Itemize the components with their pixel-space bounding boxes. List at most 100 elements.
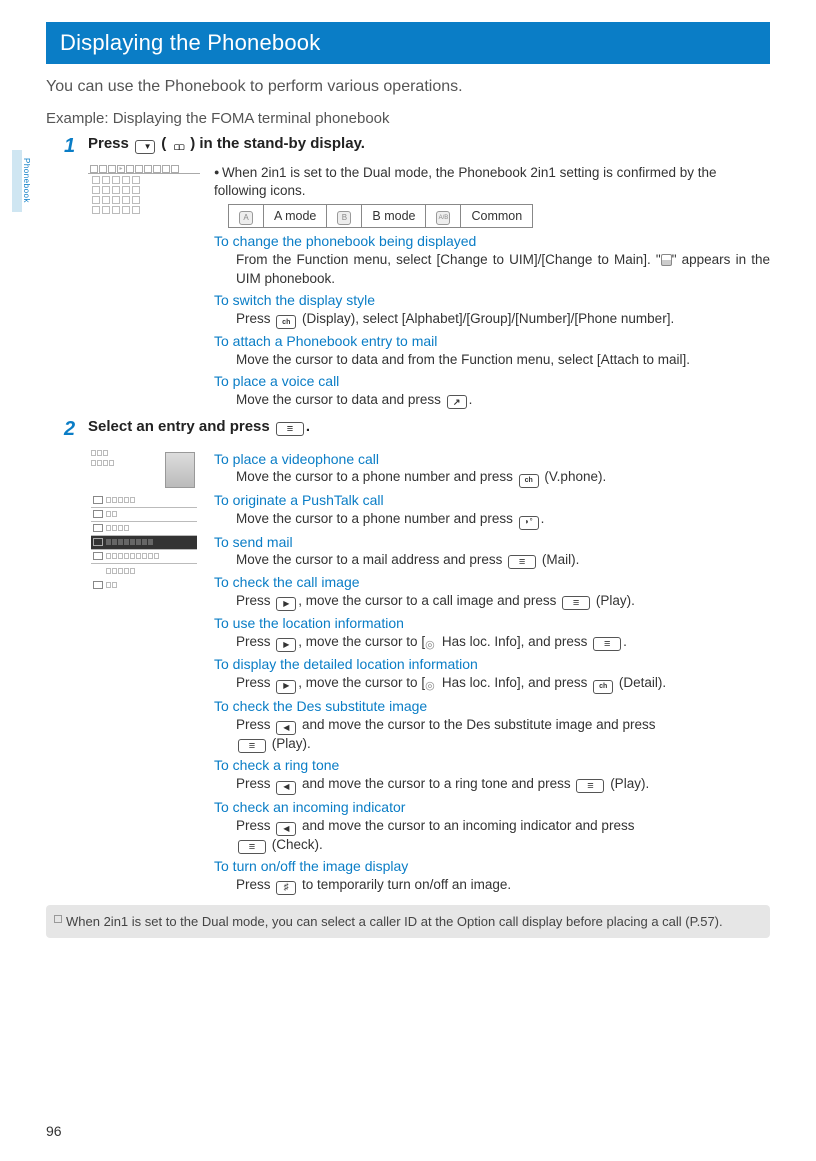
s2-item7-mid: and move the cursor to a ring tone and p… <box>298 776 574 791</box>
s2-item2-body: Move the cursor to a mail address and pr… <box>236 551 770 569</box>
step-2-heading: Select an entry and press . <box>88 418 310 436</box>
s2-item8-after: (Check). <box>268 837 323 852</box>
location-icon <box>425 676 438 689</box>
right-key-icon <box>276 680 296 694</box>
s2-item4-mid: , move the cursor to [ <box>298 634 425 649</box>
s1-item1-title: To switch the display style <box>214 291 770 310</box>
s2-item1-t1: Move the cursor to a phone number and pr… <box>236 511 517 526</box>
step-1-number: 1 <box>64 135 88 158</box>
step-1-heading-after: ) in the stand-by display. <box>190 135 365 152</box>
step-2-heading-after: . <box>306 418 310 435</box>
ch-key-icon <box>276 315 296 329</box>
ptt-key-icon <box>519 516 539 530</box>
s2-item7-body: Press and move the cursor to a ring tone… <box>236 775 770 794</box>
menu-key-icon <box>238 739 266 753</box>
mode-table: A A mode B B mode A/B Common <box>228 204 533 228</box>
s2-item6-after: (Play). <box>268 736 311 751</box>
s2-item1-title: To originate a PushTalk call <box>214 491 770 510</box>
menu-key-icon <box>576 779 604 793</box>
step-1-bullet: When 2in1 is set to the Dual mode, the P… <box>214 164 770 200</box>
s2-item0-t1: Move the cursor to a phone number and pr… <box>236 469 517 484</box>
s2-item0-title: To place a videophone call <box>214 450 770 469</box>
menu-key-icon <box>562 596 590 610</box>
example-text: Example: Displaying the FOMA terminal ph… <box>46 110 770 127</box>
call-key-icon <box>447 395 467 409</box>
page: Phonebook Displaying the Phonebook You c… <box>0 0 816 1161</box>
step-2-heading-before: Select an entry and press <box>88 418 274 435</box>
s2-item7-after: (Play). <box>606 776 649 791</box>
a-mode-icon: A <box>239 211 253 225</box>
s2-item5-body: Press , move the cursor to [ Has loc. In… <box>236 674 770 694</box>
phone-mock-detail <box>88 447 200 667</box>
s2-item3-after: (Play). <box>592 593 635 608</box>
s2-item6-body: Press and move the cursor to the Des sub… <box>236 716 770 754</box>
step-2-body: To place a videophone callMove the curso… <box>88 447 770 895</box>
s1-item3-title: To place a voice call <box>214 372 770 391</box>
step-1-heading-paren: ( <box>157 135 166 152</box>
b-mode-icon: B <box>337 211 351 225</box>
s1-item3-body: Move the cursor to data and press . <box>236 391 770 409</box>
down-key-icon <box>135 140 155 154</box>
s1-item0-title: To change the phonebook being displayed <box>214 232 770 251</box>
ch-key-icon <box>593 680 613 694</box>
s2-item6-mid: and move the cursor to the Des substitut… <box>298 717 655 732</box>
s2-item3-body: Press , move the cursor to a call image … <box>236 592 770 611</box>
s2-item8-mid: and move the cursor to an incoming indic… <box>298 818 634 833</box>
s1-item3-after: . <box>469 392 473 407</box>
s2-item9-title: To turn on/off the image display <box>214 857 770 876</box>
note-text: When 2in1 is set to the Dual mode, you c… <box>66 914 723 929</box>
hash-key-icon <box>276 881 296 895</box>
right-key-icon <box>276 597 296 611</box>
intro-text: You can use the Phonebook to perform var… <box>46 78 770 96</box>
step-1-heading: Press () in the stand-by display. <box>88 135 365 154</box>
s2-item4-body: Press , move the cursor to [ Has loc. In… <box>236 633 770 652</box>
s2-item3-title: To check the call image <box>214 573 770 592</box>
s2-item6-title: To check the Des substitute image <box>214 697 770 716</box>
a-mode-label: A mode <box>264 205 327 228</box>
s2-item5-after: (Detail). <box>615 675 666 690</box>
s2-item4-loc: Has loc. Info], and press <box>438 634 591 649</box>
common-mode-label: Common <box>461 205 533 228</box>
s2-item4-after: . <box>623 634 627 649</box>
uim-icon <box>661 254 672 266</box>
s1-item1-body: Press (Display), select [Alphabet]/[Grou… <box>236 310 770 330</box>
s2-item3-t1: Press <box>236 593 274 608</box>
location-icon <box>425 635 438 648</box>
s2-item8-body: Press and move the cursor to an incoming… <box>236 817 770 855</box>
menu-key-icon <box>508 555 536 569</box>
sidebar-tab <box>12 150 22 212</box>
s2-item2-t1: Move the cursor to a mail address and pr… <box>236 552 506 567</box>
common-mode-icon: A/B <box>436 211 450 225</box>
s2-item4-t1: Press <box>236 634 274 649</box>
note-box: When 2in1 is set to the Dual mode, you c… <box>46 905 770 939</box>
phonebook-icon <box>168 140 188 154</box>
page-number: 96 <box>46 1123 62 1139</box>
s1-item2-body: Move the cursor to data and from the Fun… <box>236 351 770 369</box>
b-mode-label: B mode <box>362 205 426 228</box>
menu-key-icon <box>276 422 304 436</box>
left-key-icon <box>276 822 296 836</box>
s2-item9-after: to temporarily turn on/off an image. <box>298 877 511 892</box>
s2-item2-title: To send mail <box>214 533 770 552</box>
menu-key-icon <box>238 840 266 854</box>
s2-item2-after: (Mail). <box>538 552 579 567</box>
s2-item0-body: Move the cursor to a phone number and pr… <box>236 468 770 488</box>
s1-item2-title: To attach a Phonebook entry to mail <box>214 332 770 351</box>
s2-item5-title: To display the detailed location informa… <box>214 655 770 674</box>
step-2-number: 2 <box>64 418 88 441</box>
s2-item8-title: To check an incoming indicator <box>214 798 770 817</box>
s2-item5-loc: Has loc. Info], and press <box>438 675 591 690</box>
s2-item8-t1: Press <box>236 818 274 833</box>
s2-item7-t1: Press <box>236 776 274 791</box>
section-banner: Displaying the Phonebook <box>46 22 770 64</box>
sidebar-section-label: Phonebook <box>22 158 31 203</box>
step-2-content: To place a videophone callMove the curso… <box>214 447 770 895</box>
s2-item6-t1: Press <box>236 717 274 732</box>
s2-item3-mid: , move the cursor to a call image and pr… <box>298 593 560 608</box>
s2-item5-t1: Press <box>236 675 274 690</box>
s2-item7-title: To check a ring tone <box>214 756 770 775</box>
s2-item1-body: Move the cursor to a phone number and pr… <box>236 510 770 529</box>
s1-item0-before: From the Function menu, select [Change t… <box>236 252 661 267</box>
s1-item1-before: Press <box>236 311 274 326</box>
s2-item5-mid: , move the cursor to [ <box>298 675 425 690</box>
